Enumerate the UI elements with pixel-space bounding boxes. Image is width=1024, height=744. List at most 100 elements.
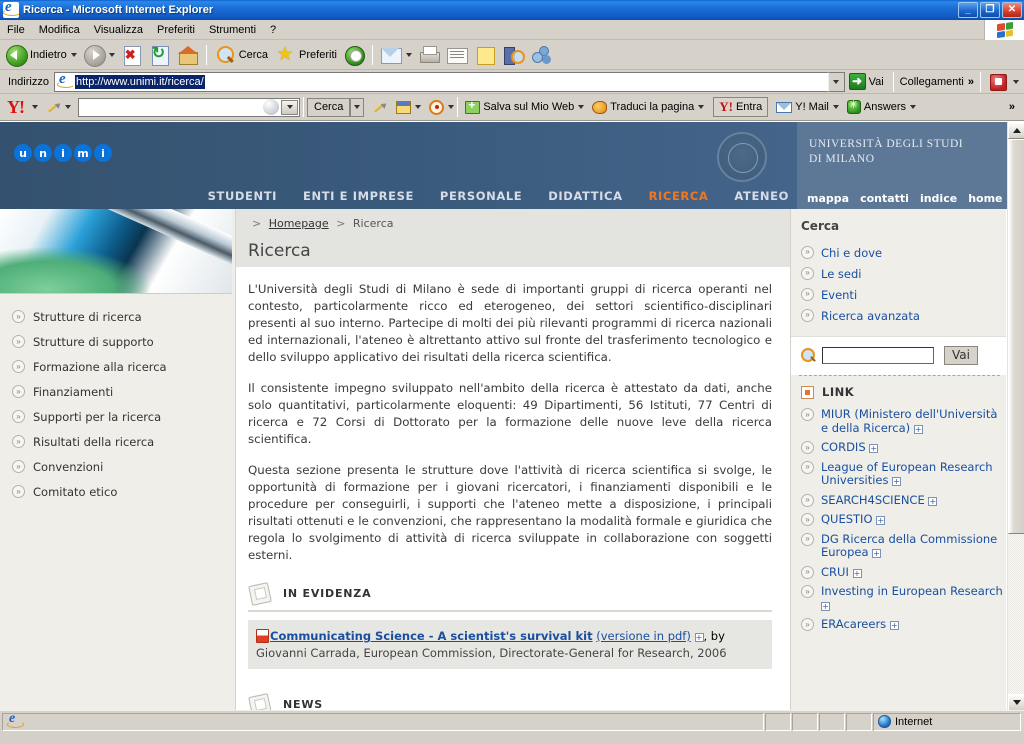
menu-item-visualizza[interactable]: Visualizza [87,22,150,38]
unimi-logo[interactable]: u n i m i [14,144,112,162]
breadcrumb-homepage[interactable]: Homepage [269,217,329,230]
links-button[interactable]: Collegamenti » [897,69,977,95]
address-dropdown-button[interactable] [827,71,845,92]
nav-didattica[interactable]: DIDATTICA [548,189,622,203]
mail-dropdown-icon[interactable] [405,52,412,57]
featured-title-link[interactable]: Communicating Science - A scientist's su… [270,629,593,643]
yahoo-menu-icon[interactable] [32,105,38,109]
menu-item-preferiti[interactable]: Preferiti [150,22,202,38]
favorites-button[interactable]: ★ Preferiti [271,42,340,68]
refresh-button[interactable] [146,42,174,68]
sidebar-item-risultati-della-ricerca[interactable]: Risultati della ricerca [0,429,235,454]
links-overflow-icon[interactable]: » [968,76,974,88]
cerca-link-le-sedi[interactable]: Le sedi [801,263,1006,284]
menu-item-modifica[interactable]: Modifica [32,22,87,38]
nav-personale[interactable]: PERSONALE [440,189,522,203]
list-item[interactable]: SEARCH4SCIENCE + [801,491,1006,511]
notes-button[interactable] [471,42,499,68]
yahoo-translate-button[interactable]: Traduci la pagina [588,100,708,114]
go-button[interactable]: ➜ Vai [845,73,890,90]
yahoo-search-input[interactable] [78,97,300,117]
chevron-down-icon[interactable] [910,105,917,109]
popup-blocker-icon[interactable] [396,100,412,114]
back-button[interactable]: Indietro [2,42,80,68]
messenger-button[interactable] [527,42,555,68]
history-button[interactable] [340,42,368,68]
home-button[interactable] [174,42,202,68]
sidebar-item-strutture-di-supporto[interactable]: Strutture di supporto [0,329,235,354]
yahoo-logo-icon[interactable]: Y! [3,97,28,117]
sidebar-item-convenzioni[interactable]: Convenzioni [0,454,235,479]
yahoo-answers-button[interactable]: Answers [843,98,920,114]
list-item[interactable]: ERAcareers + [801,615,1006,635]
scrollbar-track[interactable] [1008,139,1024,694]
pencil-icon[interactable] [372,100,387,115]
edit-button[interactable] [443,42,471,68]
list-item[interactable]: DG Ricerca della Commissione Europea + [801,530,1006,563]
forward-dropdown-icon[interactable] [108,52,115,57]
toplink-home[interactable]: home [968,192,1002,205]
address-input[interactable]: http://www.unimi.it/ricerca/ [53,71,828,92]
site-search-input[interactable] [822,347,934,364]
toplink-mappa[interactable]: mappa [807,192,849,205]
yahoo-toolbar-overflow[interactable]: » [1009,101,1015,113]
antispy-icon[interactable] [429,99,445,115]
nav-ateneo[interactable]: ATENEO [734,189,789,203]
nav-ricerca[interactable]: RICERCA [649,189,709,203]
nav-enti-e-imprese[interactable]: ENTI E IMPRESE [303,189,414,203]
pdf-dropdown-icon[interactable] [1013,79,1019,84]
list-item[interactable]: CRUI + [801,563,1006,583]
yahoo-save-web-button[interactable]: Salva sul Mio Web [461,98,588,114]
scrollbar-thumb[interactable] [1008,139,1024,534]
site-search-go-button[interactable]: Vai [944,346,978,365]
research-button[interactable] [499,42,527,68]
popup-blocker-dropdown-icon[interactable] [415,105,422,109]
cerca-link-eventi[interactable]: Eventi [801,284,1006,305]
cerca-link-ricerca-avanzata[interactable]: Ricerca avanzata [801,305,1006,326]
scroll-up-button[interactable] [1008,122,1024,139]
nav-studenti[interactable]: STUDENTI [208,189,277,203]
minimize-button[interactable]: _ [958,2,978,18]
sidebar-item-finanziamenti[interactable]: Finanziamenti [0,379,235,404]
maximize-button[interactable]: ❐ [980,2,1000,18]
list-item[interactable]: Investing in European Research + [801,582,1006,615]
chevron-down-icon[interactable] [832,105,839,109]
scroll-down-button[interactable] [1008,694,1024,710]
toplink-contatti[interactable]: contatti [860,192,909,205]
yahoo-search-dropdown[interactable] [281,99,298,115]
menu-item-strumenti[interactable]: Strumenti [202,22,263,38]
chevron-down-icon[interactable] [578,105,585,109]
pdf-toolbar-button[interactable] [984,69,1022,95]
mail-button[interactable] [377,42,415,68]
print-button[interactable] [415,42,443,68]
cerca-heading: Cerca [801,219,840,233]
menu-item-file[interactable]: File [0,22,32,38]
yahoo-signin-button[interactable]: Y! Entra [713,97,769,117]
yahoo-mail-button[interactable]: Y! Mail [772,101,843,113]
stop-button[interactable] [118,42,146,68]
highlighter-dropdown-icon[interactable] [65,105,71,109]
close-button[interactable]: ✕ [1002,2,1022,18]
back-dropdown-icon[interactable] [70,52,77,57]
toplink-indice[interactable]: indice [920,192,957,205]
sidebar-item-comitato-etico[interactable]: Comitato etico [0,479,235,504]
yahoo-search-options-button[interactable] [350,97,365,117]
antispy-dropdown-icon[interactable] [448,105,455,109]
list-item[interactable]: QUESTIO + [801,510,1006,530]
list-item[interactable]: League of European Research Universities… [801,458,1006,491]
menu-item-help[interactable]: ? [263,22,283,38]
chevron-down-icon[interactable] [698,105,705,109]
highlighter-icon[interactable] [46,100,61,115]
yahoo-search-button[interactable]: Cerca [307,97,351,117]
list-item[interactable]: MIUR (Ministero dell'Università e della … [801,405,1006,438]
vertical-scrollbar[interactable] [1007,122,1024,710]
list-item[interactable]: CORDIS + [801,438,1006,458]
search-button[interactable]: Cerca [211,42,271,68]
featured-pdf-note-link[interactable]: (versione in pdf) [596,629,691,643]
sidebar-item-supporti-per-la-ricerca[interactable]: Supporti per la ricerca [0,404,235,429]
featured-line-1: Communicating Science - A scientist's su… [256,628,762,645]
sidebar-item-formazione-alla-ricerca[interactable]: Formazione alla ricerca [0,354,235,379]
forward-button[interactable] [80,42,118,68]
cerca-link-chi-e-dove[interactable]: Chi e dove [801,242,1006,263]
sidebar-item-strutture-di-ricerca[interactable]: Strutture di ricerca [0,304,235,329]
